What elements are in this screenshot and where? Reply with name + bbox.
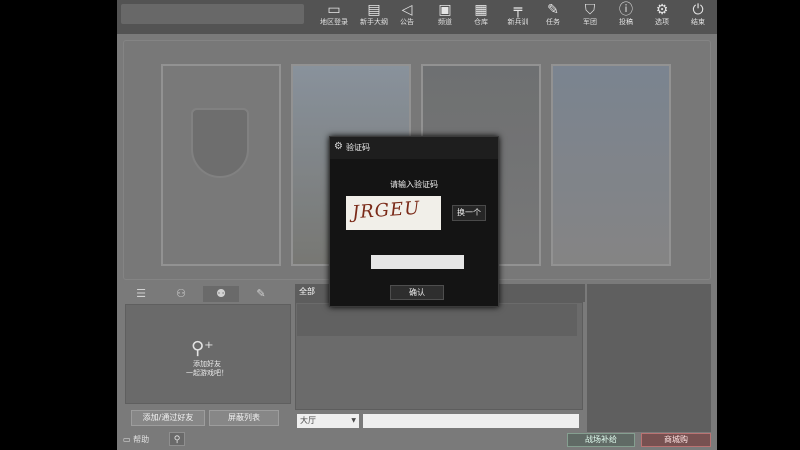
- dialog-title: 验证码: [346, 143, 370, 152]
- confirm-button[interactable]: 确认: [390, 285, 444, 300]
- refresh-captcha-button[interactable]: 换一个: [452, 205, 486, 221]
- dialog-title-bar: ⚙ 验证码: [330, 137, 498, 159]
- steam-icon: ⚙: [334, 141, 343, 152]
- captcha-input[interactable]: [371, 255, 464, 269]
- captcha-text: JRGEU: [351, 197, 422, 224]
- captcha-image: JRGEU: [346, 196, 441, 230]
- captcha-prompt: 请输入验证码: [390, 180, 438, 189]
- captcha-dialog: ⚙ 验证码 请输入验证码 JRGEU 换一个 确认: [329, 136, 499, 307]
